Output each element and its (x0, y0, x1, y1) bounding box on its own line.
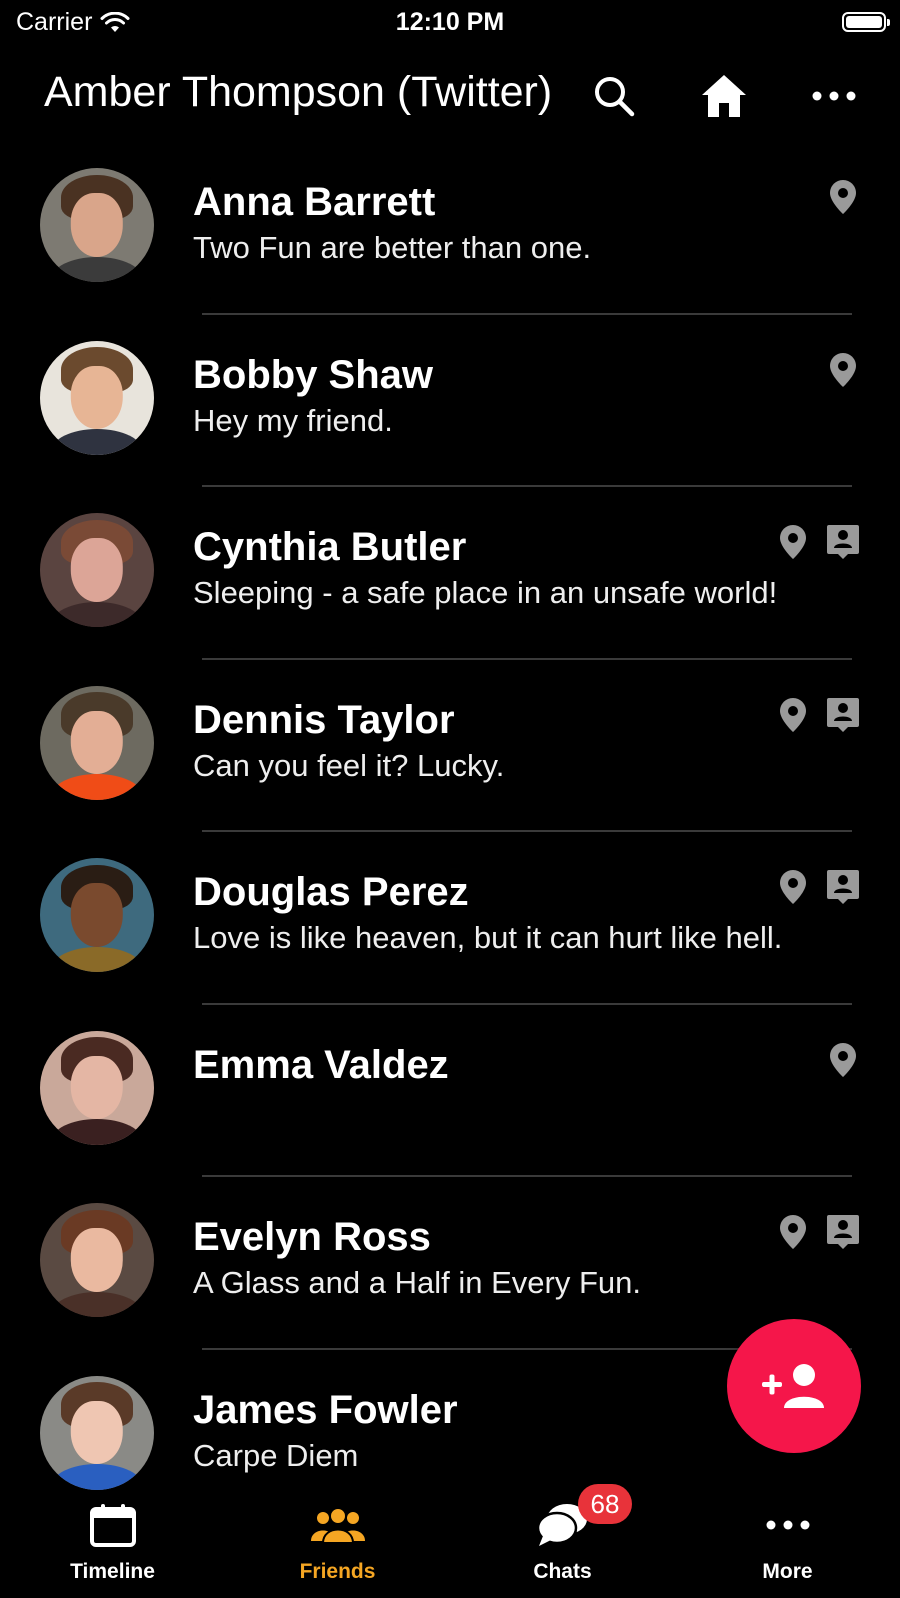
avatar (40, 685, 154, 800)
more-horizontal-icon (812, 91, 856, 101)
friend-row[interactable]: Emma Valdez (0, 1005, 900, 1177)
location-pin-icon[interactable] (776, 1213, 810, 1251)
more-horizontal-icon (766, 1520, 809, 1530)
friend-row[interactable]: Evelyn Ross A Glass and a Half in Every … (0, 1177, 900, 1350)
friend-status: Carpe Diem (193, 1437, 359, 1473)
friend-name: James Fowler (193, 1387, 458, 1432)
friend-row[interactable]: Cynthia Butler Sleeping - a safe place i… (0, 487, 900, 660)
friend-name: Douglas Perez (193, 870, 469, 914)
tab-more[interactable]: More (675, 1490, 900, 1598)
friend-status: Can you feel it? Lucky. (193, 747, 505, 783)
friend-name: Bobby Shaw (193, 352, 434, 397)
battery-icon (842, 12, 890, 32)
friend-status: Hey my friend. (193, 402, 393, 438)
friend-status: Sleeping - a safe place in an unsafe wor… (193, 575, 778, 610)
search-button[interactable] (584, 66, 644, 126)
search-icon (595, 77, 635, 117)
location-pin-icon[interactable] (826, 1041, 860, 1079)
add-friend-button[interactable] (727, 1319, 861, 1453)
calendar-icon (89, 1504, 136, 1547)
avatar (40, 858, 154, 972)
friend-row[interactable]: Douglas Perez Love is like heaven, but i… (0, 832, 900, 1005)
contact-card-icon[interactable] (826, 1213, 860, 1251)
unread-badge: 68 (578, 1484, 632, 1524)
location-pin-icon[interactable] (776, 523, 810, 561)
friend-name: Dennis Taylor (193, 697, 455, 742)
tab-friends[interactable]: Friends (225, 1490, 450, 1598)
friend-name: Anna Barrett (193, 180, 436, 224)
avatar (40, 340, 154, 455)
avatar (40, 513, 154, 627)
tab-label: Friends (299, 1560, 376, 1583)
location-pin-icon[interactable] (826, 351, 860, 389)
tab-label: More (762, 1560, 813, 1583)
avatar (40, 1030, 154, 1145)
location-pin-icon[interactable] (776, 696, 810, 734)
friend-status: A Glass and a Half in Every Fun. (193, 1265, 641, 1300)
avatar (40, 168, 154, 282)
friend-name: Evelyn Ross (193, 1215, 431, 1259)
friend-status: Love is like heaven, but it can hurt lik… (193, 920, 783, 955)
home-icon (702, 75, 746, 117)
more-options-button[interactable] (804, 66, 864, 126)
home-button[interactable] (694, 66, 754, 126)
add-friend-icon (762, 1364, 824, 1408)
clock: 12:10 PM (395, 8, 505, 36)
friend-name: Emma Valdez (193, 1042, 449, 1087)
location-pin-icon[interactable] (826, 178, 860, 216)
contact-card-icon[interactable] (826, 696, 860, 734)
friend-status: Two Fun are better than one. (193, 230, 592, 265)
friend-row[interactable]: Dennis Taylor Can you feel it? Lucky. (0, 660, 900, 832)
status-bar: Carrier 12:10 PM (0, 0, 900, 48)
avatar (40, 1203, 154, 1317)
tab-timeline[interactable]: Timeline (0, 1490, 225, 1598)
contact-card-icon[interactable] (826, 868, 860, 906)
location-pin-icon[interactable] (776, 868, 810, 906)
friend-row[interactable]: Anna Barrett Two Fun are better than one… (0, 142, 900, 315)
friend-list: Anna Barrett Two Fun are better than one… (0, 142, 900, 1522)
tab-chats[interactable]: 68 Chats (450, 1484, 675, 1598)
tab-label: Chats (533, 1560, 592, 1583)
tab-bar: Timeline Friends 68 Chats More (0, 1484, 900, 1598)
people-icon (310, 1507, 365, 1543)
avatar (40, 1375, 154, 1490)
friend-row[interactable]: Bobby Shaw Hey my friend. (0, 315, 900, 487)
contact-card-icon[interactable] (826, 523, 860, 561)
app-header: Amber Thompson (Twitter) (0, 56, 900, 132)
tab-label: Timeline (70, 1560, 155, 1583)
page-title: Amber Thompson (Twitter) (44, 68, 553, 116)
friend-name: Cynthia Butler (193, 525, 467, 569)
